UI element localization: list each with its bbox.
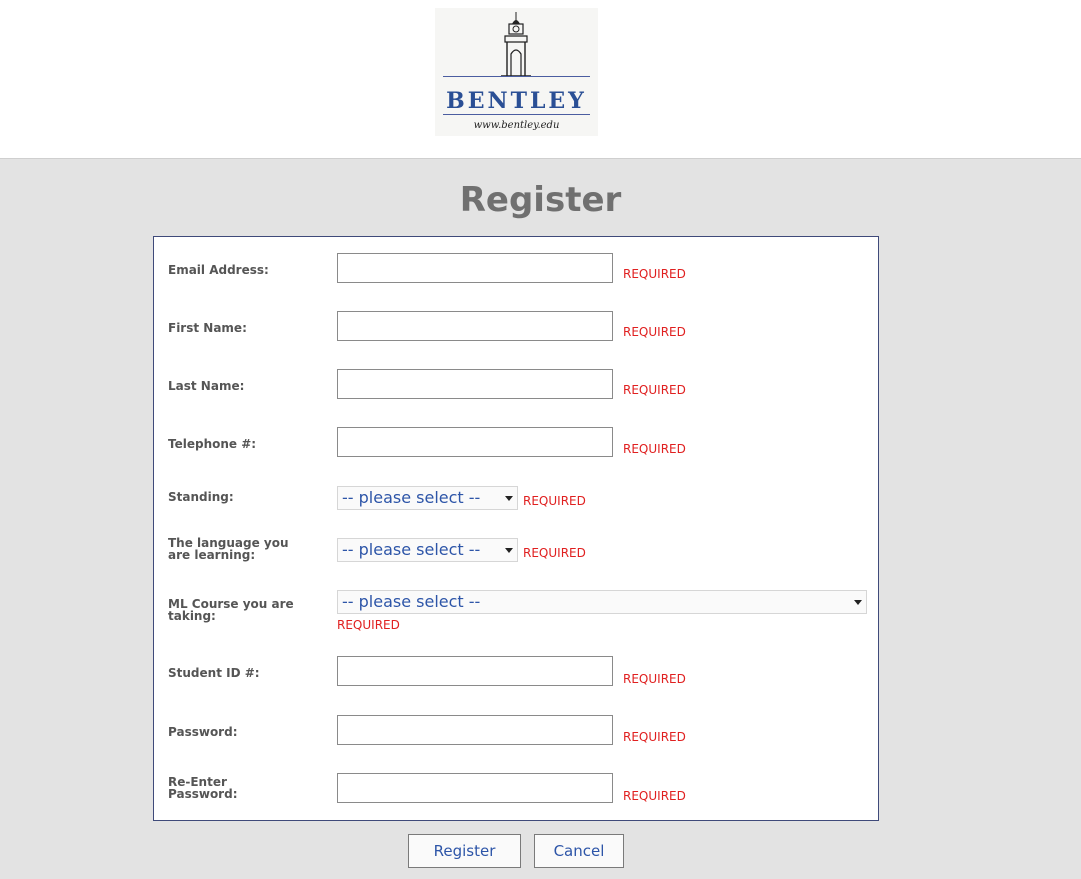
ml-course-select[interactable]: -- please select -- — [337, 590, 867, 614]
standing-required: REQUIRED — [523, 494, 586, 508]
ml-course-required: REQUIRED — [337, 618, 400, 632]
logo-rule-top — [443, 76, 590, 77]
logo-wordmark: BENTLEY — [446, 88, 587, 114]
ml-course-label-line2: taking: — [168, 609, 216, 623]
email-field[interactable] — [337, 253, 613, 283]
language-select[interactable]: -- please select -- — [337, 538, 518, 562]
student-id-field[interactable] — [337, 656, 613, 686]
email-label: Email Address: — [168, 263, 269, 277]
standing-select[interactable]: -- please select -- — [337, 486, 518, 510]
standing-label: Standing: — [168, 490, 234, 504]
language-label: The language you are learning: — [168, 537, 318, 561]
telephone-label: Telephone #: — [168, 437, 257, 451]
standing-selected: -- please select -- — [342, 488, 481, 507]
last-name-label: Last Name: — [168, 379, 245, 393]
chevron-down-icon — [505, 548, 513, 553]
student-id-label: Student ID #: — [168, 666, 260, 680]
bentley-logo[interactable]: BENTLEY www.bentley.edu — [435, 8, 598, 136]
password-confirm-label-line2: Password: — [168, 787, 238, 801]
first-name-required: REQUIRED — [623, 325, 686, 339]
student-id-required: REQUIRED — [623, 672, 686, 686]
last-name-required: REQUIRED — [623, 383, 686, 397]
password-confirm-required: REQUIRED — [623, 789, 686, 803]
ml-course-selected: -- please select -- — [342, 592, 481, 611]
telephone-required: REQUIRED — [623, 442, 686, 456]
email-required: REQUIRED — [623, 267, 686, 281]
password-confirm-field[interactable] — [337, 773, 613, 803]
password-confirm-label: Re-Enter Password: — [168, 776, 318, 800]
cancel-button[interactable]: Cancel — [534, 834, 624, 868]
register-button[interactable]: Register — [408, 834, 521, 868]
password-required: REQUIRED — [623, 730, 686, 744]
chevron-down-icon — [505, 496, 513, 501]
page-title: Register — [459, 180, 622, 220]
logo-url: www.bentley.edu — [473, 120, 560, 131]
password-label: Password: — [168, 725, 238, 739]
logo-rule-bottom — [443, 114, 590, 115]
first-name-label: First Name: — [168, 321, 247, 335]
registration-form: Email Address: REQUIRED First Name: REQU… — [153, 236, 879, 821]
telephone-field[interactable] — [337, 427, 613, 457]
page-header: BENTLEY www.bentley.edu — [0, 0, 1081, 158]
last-name-field[interactable] — [337, 369, 613, 399]
first-name-field[interactable] — [337, 311, 613, 341]
chevron-down-icon — [854, 600, 862, 605]
ml-course-label: ML Course you are taking: — [168, 598, 318, 622]
language-label-line2: are learning: — [168, 548, 256, 562]
password-field[interactable] — [337, 715, 613, 745]
language-required: REQUIRED — [523, 546, 586, 560]
language-selected: -- please select -- — [342, 540, 481, 559]
